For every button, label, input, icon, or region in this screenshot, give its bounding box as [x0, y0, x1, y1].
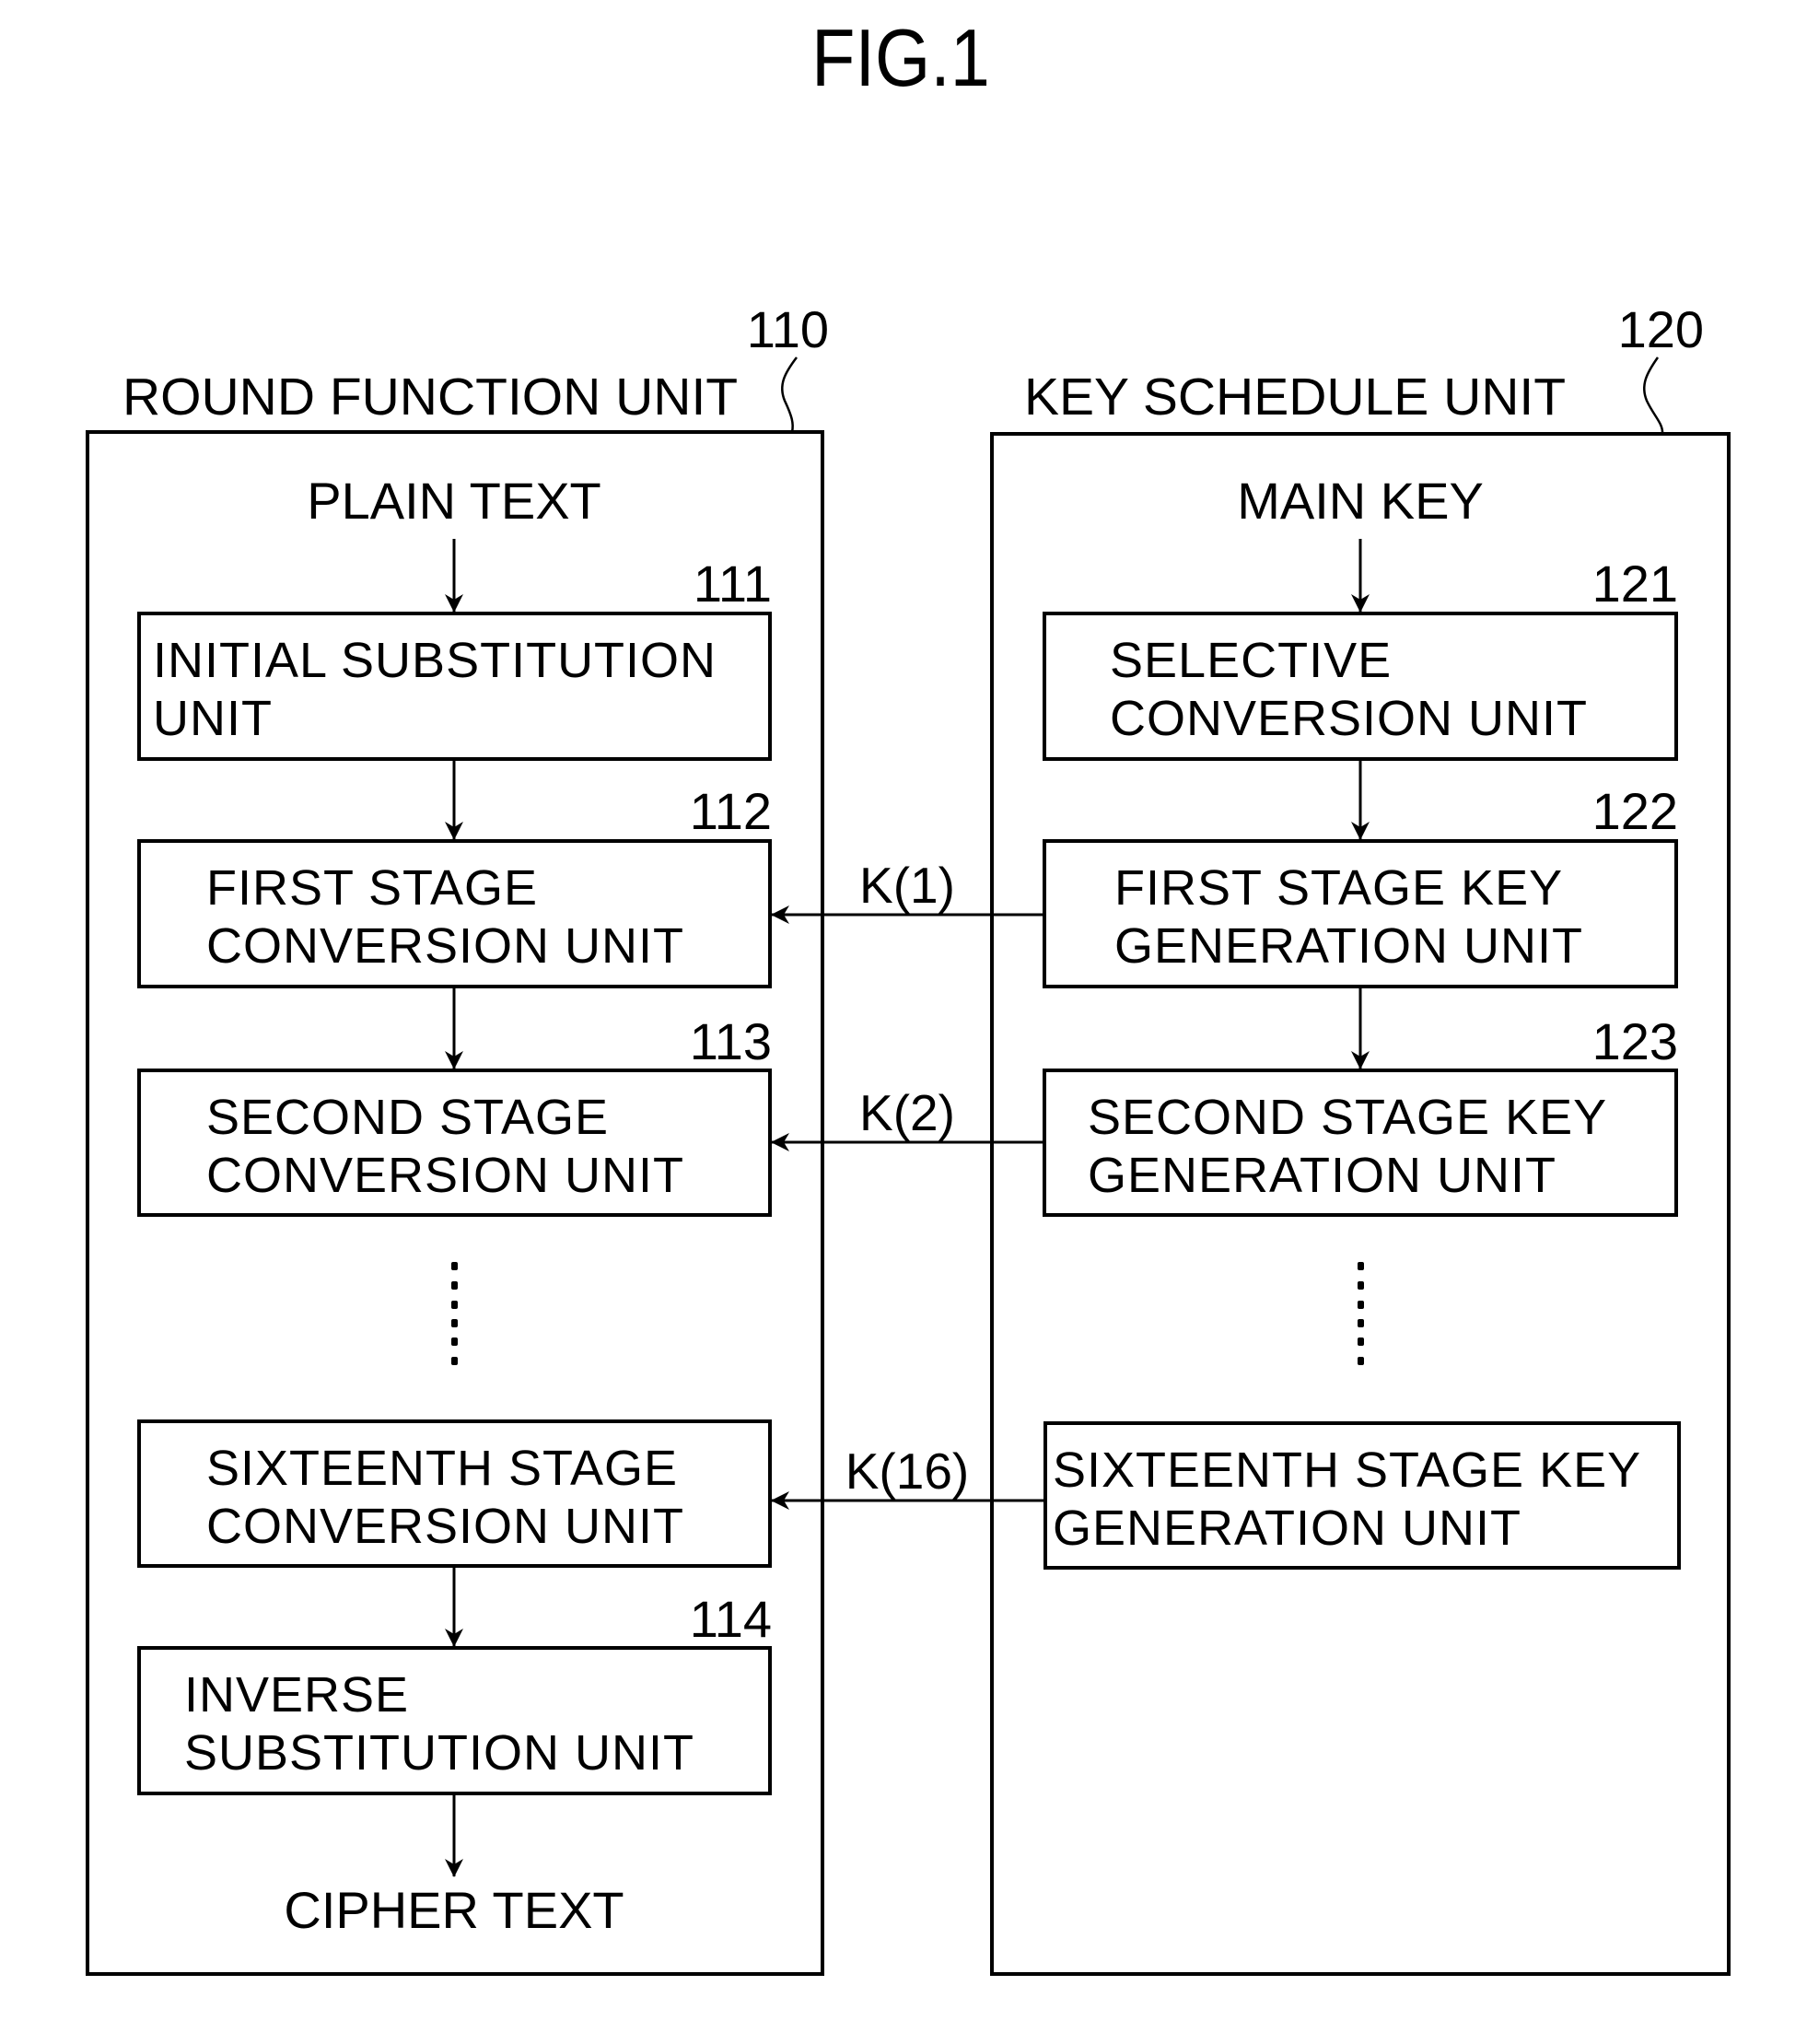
block-text-line: CONVERSION UNIT: [1110, 691, 1588, 746]
ellipsis-dot: [1358, 1319, 1364, 1327]
round-function-unit: ROUND FUNCTION UNIT 110 PLAIN TEXT 111 I…: [86, 300, 829, 1976]
subkey-arrows: K(1) K(2) K(16): [771, 857, 1045, 1510]
subkey-label: K(2): [859, 1084, 955, 1141]
block-text-line: GENERATION UNIT: [1053, 1501, 1521, 1556]
round-function-unit-ref: 110: [747, 300, 829, 358]
ellipsis-dot: [451, 1319, 458, 1327]
ellipsis-dot: [451, 1281, 458, 1290]
block-text-line: SIXTEENTH STAGE KEY: [1053, 1442, 1641, 1498]
ellipsis-dot: [451, 1357, 458, 1365]
block-text-line: FIRST STAGE: [206, 860, 538, 916]
subkey-k2: K(2): [771, 1084, 1044, 1151]
block-text-line: SECOND STAGE KEY: [1088, 1090, 1607, 1145]
vertical-ellipsis: [451, 1262, 458, 1365]
block-text-line: FIRST STAGE KEY: [1114, 860, 1563, 916]
key-schedule-unit-ref: 120: [1618, 300, 1704, 358]
block-ref: 123: [1592, 1012, 1678, 1070]
block-text-line: INITIAL SUBSTITUTION: [153, 633, 717, 688]
round-function-unit-label: ROUND FUNCTION UNIT: [122, 368, 738, 426]
subkey-k16: K(16): [771, 1442, 1045, 1510]
block-text-line: SUBSTITUTION UNIT: [184, 1725, 694, 1781]
block-ref: 114: [690, 1590, 772, 1648]
block-ref: 113: [690, 1012, 772, 1070]
key-schedule-unit-label: KEY SCHEDULE UNIT: [1024, 368, 1566, 426]
ellipsis-dot: [1358, 1337, 1364, 1346]
vertical-ellipsis: [1358, 1262, 1364, 1365]
ellipsis-dot: [1358, 1357, 1364, 1365]
ellipsis-dot: [451, 1301, 458, 1309]
block-text-line: SELECTIVE: [1110, 633, 1392, 688]
subkey-label: K(16): [845, 1442, 970, 1500]
block-text-line: GENERATION UNIT: [1114, 918, 1583, 974]
block-ref: 122: [1592, 782, 1678, 840]
block-ref: 111: [694, 555, 772, 613]
ellipsis-dot: [1358, 1301, 1364, 1309]
subkey-k1: K(1): [771, 857, 1044, 924]
plain-text-label: PLAIN TEXT: [307, 472, 601, 530]
block-text-line: SECOND STAGE: [206, 1090, 609, 1145]
ellipsis-dot: [451, 1337, 458, 1346]
figure-title: FIG.1: [811, 12, 990, 103]
block-diagram: FIG.1 ROUND FUNCTION UNIT 110 PLAIN TEXT…: [86, 12, 1731, 1976]
main-key-label: MAIN KEY: [1237, 472, 1484, 530]
ref-leader-line: [781, 356, 798, 433]
block-text-line: CONVERSION UNIT: [206, 1499, 684, 1554]
block-text-line: INVERSE: [184, 1667, 409, 1723]
ref-leader-line: [1642, 356, 1664, 435]
block-text-line: CONVERSION UNIT: [206, 918, 684, 974]
sixteenth-stage-conversion-unit: SIXTEENTH STAGE CONVERSION UNIT: [137, 1419, 772, 1568]
ellipsis-dot: [1358, 1262, 1364, 1270]
key-schedule-unit: KEY SCHEDULE UNIT 120 MAIN KEY 121 SELEC…: [990, 300, 1731, 1976]
block-text-line: SIXTEENTH STAGE: [206, 1441, 678, 1496]
ellipsis-dot: [451, 1262, 458, 1270]
block-ref: 121: [1592, 555, 1678, 613]
block-ref: 112: [690, 782, 772, 840]
block-text-line: CONVERSION UNIT: [206, 1148, 684, 1203]
block-text-line: UNIT: [153, 691, 273, 746]
block-text-line: GENERATION UNIT: [1088, 1148, 1556, 1203]
ellipsis-dot: [1358, 1281, 1364, 1290]
subkey-label: K(1): [859, 857, 955, 914]
sixteenth-stage-key-generation-unit: SIXTEENTH STAGE KEY GENERATION UNIT: [1043, 1421, 1681, 1570]
cipher-text-label: CIPHER TEXT: [284, 1881, 624, 1939]
